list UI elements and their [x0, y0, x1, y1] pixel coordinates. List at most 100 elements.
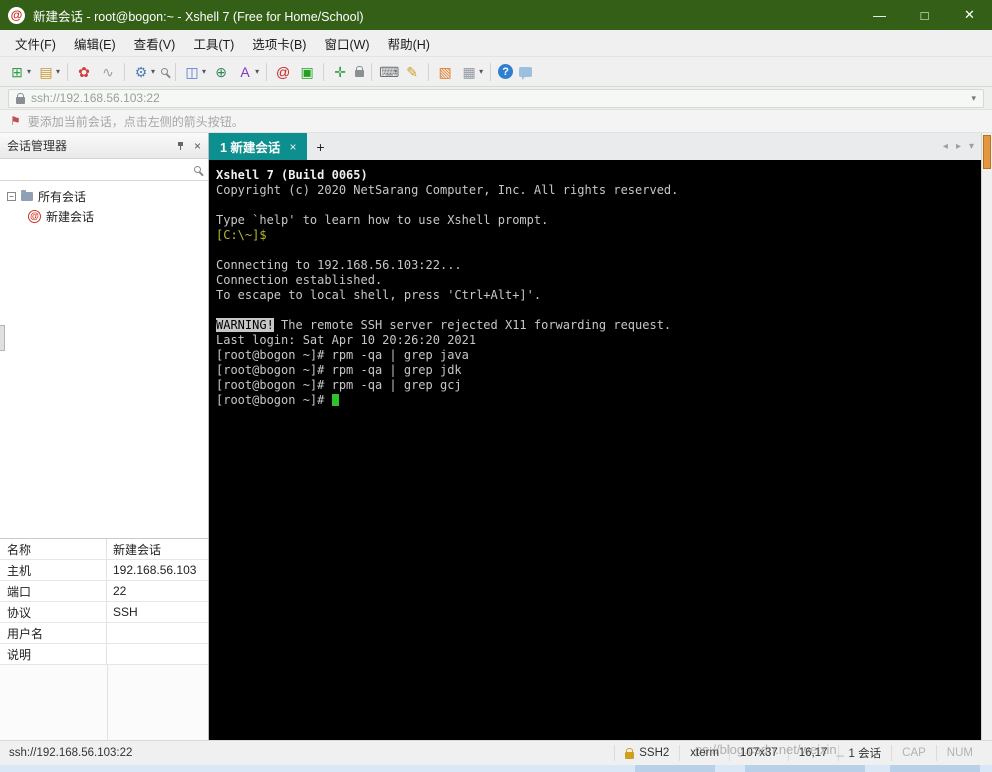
terminal[interactable]: Xshell 7 (Build 0065) Copyright (c) 2020…: [209, 160, 981, 740]
terminal-prompt-line: [root@bogon ~]#: [216, 393, 981, 408]
layout-button[interactable]: ▦ ▾: [457, 60, 486, 84]
status-cap-label: CAP: [902, 747, 926, 759]
help-button[interactable]: ?: [495, 60, 516, 84]
terminal-line: [root@bogon ~]# rpm -qa | grep jdk: [216, 363, 462, 377]
prop-value: 22: [113, 584, 127, 598]
toolbar-separator: [490, 62, 492, 81]
tab-scroll-right-icon[interactable]: ▸: [952, 133, 965, 160]
session-icon: @: [28, 209, 41, 223]
pencil-icon: ✎: [406, 63, 418, 80]
session-manager-title: 会话管理器: [7, 139, 68, 153]
maximize-button[interactable]: □: [902, 0, 947, 30]
toolbar-separator: [266, 62, 268, 81]
terminal-pane: 1 新建会话 × + ◂ ▸ ▾ Xshell 7 (Build 0065) C…: [209, 133, 992, 740]
status-terminal-type[interactable]: xterm: [679, 744, 729, 762]
desktop-strip-segment: [635, 765, 715, 772]
session-search-input[interactable]: [0, 159, 208, 181]
font-button[interactable]: A ▾: [233, 60, 262, 84]
menu-view[interactable]: 查看(V): [125, 29, 185, 58]
new-tab-button[interactable]: +: [307, 133, 333, 160]
tree-expander-icon[interactable]: −: [7, 191, 16, 201]
prop-value: SSH: [113, 605, 138, 619]
scrollbar-thumb[interactable]: [983, 135, 991, 169]
xftp-transfer-button[interactable]: ▣: [295, 60, 319, 84]
tab-bar: 1 新建会话 × + ◂ ▸ ▾: [209, 133, 992, 160]
collapsed-pane-handle[interactable]: [0, 325, 5, 351]
help-glyph: ?: [502, 65, 509, 78]
globe-icon: ⊕: [215, 63, 227, 80]
menu-window[interactable]: 窗口(W): [315, 29, 378, 58]
status-right-cluster: SSH2 xterm 107x37 16,17 1 会话 CAP NUM: [614, 741, 983, 765]
pin-icon[interactable]: [176, 141, 185, 151]
reconnect-button[interactable]: ✿: [72, 60, 96, 84]
dropdown-caret-icon: ▾: [479, 67, 484, 76]
toolbar-separator: [124, 62, 126, 81]
session-properties-table: 名称 新建会话 主机 192.168.56.103 端口 22 协议 SSH 用…: [0, 538, 208, 740]
toolbar: ⊞ ▾ ▤ ▾ ✿ ∿ ⚙ ▾ ◫ ▾ ⊕ A ▾ @ ▣ ✛ ⌨ ✎ ▧ ▦ ▾ ?: [0, 57, 992, 87]
menu-tab[interactable]: 选项卡(B): [243, 29, 315, 58]
tree-item-all-sessions[interactable]: − 所有会话: [0, 186, 208, 206]
find-button[interactable]: [158, 60, 171, 84]
status-capslock: CAP: [891, 744, 936, 762]
font-icon: A: [240, 63, 250, 80]
prop-label: 用户名: [0, 623, 107, 643]
web-browser-button[interactable]: ⊕: [209, 60, 233, 84]
table-row: 说明: [0, 644, 208, 665]
title-bar[interactable]: @ 新建会话 - root@bogon:~ - Xshell 7 (Free f…: [0, 0, 992, 30]
tab-new-session[interactable]: 1 新建会话 ×: [209, 133, 308, 160]
address-input[interactable]: ssh://192.168.56.103:22 ▾: [8, 88, 984, 108]
highlight-button[interactable]: ✎: [400, 60, 424, 84]
chat-button[interactable]: [516, 60, 535, 84]
terminal-line: To escape to local shell, press 'Ctrl+Al…: [216, 288, 542, 302]
open-session-button[interactable]: ▤ ▾: [34, 60, 63, 84]
xshell-window: @ 新建会话 - root@bogon:~ - Xshell 7 (Free f…: [0, 0, 992, 772]
disconnect-icon: ∿: [102, 63, 114, 80]
xshell-home-button[interactable]: @: [271, 60, 295, 84]
panel-close-icon[interactable]: ×: [194, 139, 201, 153]
disconnect-button[interactable]: ∿: [96, 60, 120, 84]
main-area: 会话管理器 × − 所有会话 @ 新建会话 名称 新建会话 主机 192.168…: [0, 133, 992, 740]
new-session-icon: ⊞: [11, 63, 23, 80]
menu-file[interactable]: 文件(F): [6, 29, 65, 58]
xshell-icon: @: [275, 63, 291, 80]
menu-help[interactable]: 帮助(H): [379, 29, 439, 58]
prop-label: 主机: [0, 560, 107, 580]
window-title: 新建会话 - root@bogon:~ - Xshell 7 (Free for…: [33, 9, 364, 24]
terminal-scrollbar[interactable]: [981, 133, 992, 740]
tab-menu-icon[interactable]: ▾: [965, 133, 978, 160]
status-protocol: SSH2: [614, 744, 679, 762]
fullscreen-button[interactable]: ✛: [328, 60, 352, 84]
close-button[interactable]: ✕: [947, 0, 992, 30]
minimize-button[interactable]: —: [857, 0, 902, 30]
search-icon: [161, 68, 169, 75]
toolbar-separator: [371, 62, 373, 81]
table-row: 端口 22: [0, 581, 208, 602]
new-terminal-button[interactable]: ▧: [433, 60, 457, 84]
prop-label: 协议: [0, 602, 107, 622]
toolbar-separator: [67, 62, 69, 81]
table-row: 用户名: [0, 623, 208, 644]
compose-pane-button[interactable]: ◫ ▾: [180, 60, 209, 84]
new-session-button[interactable]: ⊞ ▾: [5, 60, 34, 84]
terminal-line: Copyright (c) 2020 NetSarang Computer, I…: [216, 183, 679, 197]
session-properties-button[interactable]: ⚙ ▾: [129, 60, 158, 84]
session-manager-panel: 会话管理器 × − 所有会话 @ 新建会话 名称 新建会话 主机 192.168…: [0, 133, 209, 740]
terminal-line: [C:\~]$: [216, 228, 267, 242]
menu-tools[interactable]: 工具(T): [184, 29, 243, 58]
tab-close-icon[interactable]: ×: [289, 140, 296, 154]
address-lock-icon: [16, 92, 25, 104]
info-text: 要添加当前会话，点击左侧的箭头按钮。: [27, 114, 244, 129]
lock-screen-button[interactable]: [352, 60, 367, 84]
tab-scroll-left-icon[interactable]: ◂: [939, 133, 952, 160]
tree-item-new-session[interactable]: @ 新建会话: [0, 206, 208, 226]
menu-edit[interactable]: 编辑(E): [65, 29, 125, 58]
tab-bar-spacer: [333, 133, 938, 160]
virtual-keyboard-button[interactable]: ⌨: [376, 60, 400, 84]
address-dropdown-icon[interactable]: ▾: [971, 93, 976, 104]
terminal-cursor: [331, 394, 339, 406]
prop-label: 端口: [0, 581, 107, 601]
toolbar-separator: [323, 62, 325, 81]
session-tree: − 所有会话 @ 新建会话: [0, 181, 208, 538]
